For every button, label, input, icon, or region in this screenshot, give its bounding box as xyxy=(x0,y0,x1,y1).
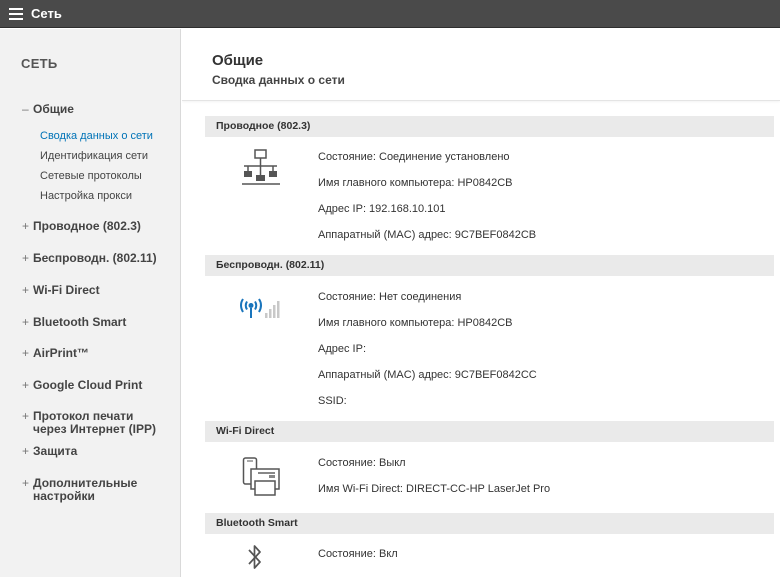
window-title: Сеть xyxy=(31,6,62,21)
main-content: Общие Сводка данных о сети Проводное (80… xyxy=(182,29,780,577)
wired-status: Состояние: Соединение установлено xyxy=(318,151,510,163)
sidebar-item-network-identification[interactable]: Идентификация сети xyxy=(40,150,148,162)
wireless-ip-address: Адрес IP: xyxy=(318,343,366,355)
section-header-wifi-direct: Wi-Fi Direct xyxy=(205,421,774,442)
wired-mac-address: Аппаратный (MAC) адрес: 9C7BEF0842CB xyxy=(318,229,537,241)
top-bar: Сеть xyxy=(0,0,780,28)
sidebar-group-wireless[interactable]: + Беспроводн. (802.11) xyxy=(22,252,157,265)
expand-icon: + xyxy=(22,219,30,233)
sidebar-item-network-protocols[interactable]: Сетевые протоколы xyxy=(40,170,142,182)
expand-icon: + xyxy=(22,476,30,490)
page-subtitle: Сводка данных о сети xyxy=(212,73,345,87)
expand-icon: + xyxy=(22,315,30,329)
sidebar-group-bluetooth-smart[interactable]: + Bluetooth Smart xyxy=(22,316,126,329)
wired-hostname: Имя главного компьютера: HP0842CB xyxy=(318,177,513,189)
wired-ip-address: Адрес IP: 192.168.10.101 xyxy=(318,203,446,215)
section-header-wired: Проводное (802.3) xyxy=(205,116,774,137)
sidebar-group-ipp[interactable]: + Протокол печати через Интернет (IPP) xyxy=(22,410,163,436)
sidebar-group-general[interactable]: – Общие xyxy=(22,103,74,116)
expand-icon: + xyxy=(22,378,30,392)
collapse-icon: – xyxy=(22,102,29,116)
sidebar-group-wifi-direct[interactable]: + Wi-Fi Direct xyxy=(22,284,100,297)
sidebar-group-security[interactable]: + Защита xyxy=(22,445,77,458)
expand-icon: + xyxy=(22,251,30,265)
sidebar-group-google-cloud-print[interactable]: + Google Cloud Print xyxy=(22,379,142,392)
menu-icon[interactable] xyxy=(9,7,23,20)
sidebar-heading: СЕТЬ xyxy=(21,56,58,71)
sidebar-item-network-summary[interactable]: Сводка данных о сети xyxy=(40,130,153,142)
wireless-mac-address: Аппаратный (MAC) адрес: 9C7BEF0842CC xyxy=(318,369,537,381)
expand-icon: + xyxy=(22,346,30,360)
sidebar-group-advanced-settings[interactable]: + Дополнительные настройки xyxy=(22,477,163,503)
expand-icon: + xyxy=(22,283,30,297)
page-title: Общие xyxy=(212,52,264,69)
sidebar-item-proxy-settings[interactable]: Настройка прокси xyxy=(40,190,132,202)
wireless-status: Состояние: Нет соединения xyxy=(318,291,462,303)
wired-network-icon xyxy=(242,149,280,185)
wifi-direct-icon xyxy=(242,457,280,496)
wireless-signal-icon xyxy=(240,298,280,318)
wifi-direct-status: Состояние: Выкл xyxy=(318,457,406,469)
wifi-direct-name: Имя Wi-Fi Direct: DIRECT-CC-HP LaserJet … xyxy=(318,483,551,495)
wireless-hostname: Имя главного компьютера: HP0842CB xyxy=(318,317,513,329)
page-header: Общие Сводка данных о сети xyxy=(182,29,780,101)
sidebar: СЕТЬ – Общие Сводка данных о сети Идентиф… xyxy=(0,29,181,577)
section-header-bluetooth-smart: Bluetooth Smart xyxy=(205,513,774,534)
sidebar-group-airprint[interactable]: + AirPrint™ xyxy=(22,347,89,360)
section-header-wireless: Беспроводн. (802.11) xyxy=(205,255,774,276)
bluetooth-status: Состояние: Вкл xyxy=(318,548,398,560)
wireless-ssid: SSID: xyxy=(318,395,347,407)
sidebar-group-wired[interactable]: + Проводное (802.3) xyxy=(22,220,141,233)
expand-icon: + xyxy=(22,444,30,458)
expand-icon: + xyxy=(22,409,30,423)
bluetooth-icon xyxy=(248,545,261,569)
